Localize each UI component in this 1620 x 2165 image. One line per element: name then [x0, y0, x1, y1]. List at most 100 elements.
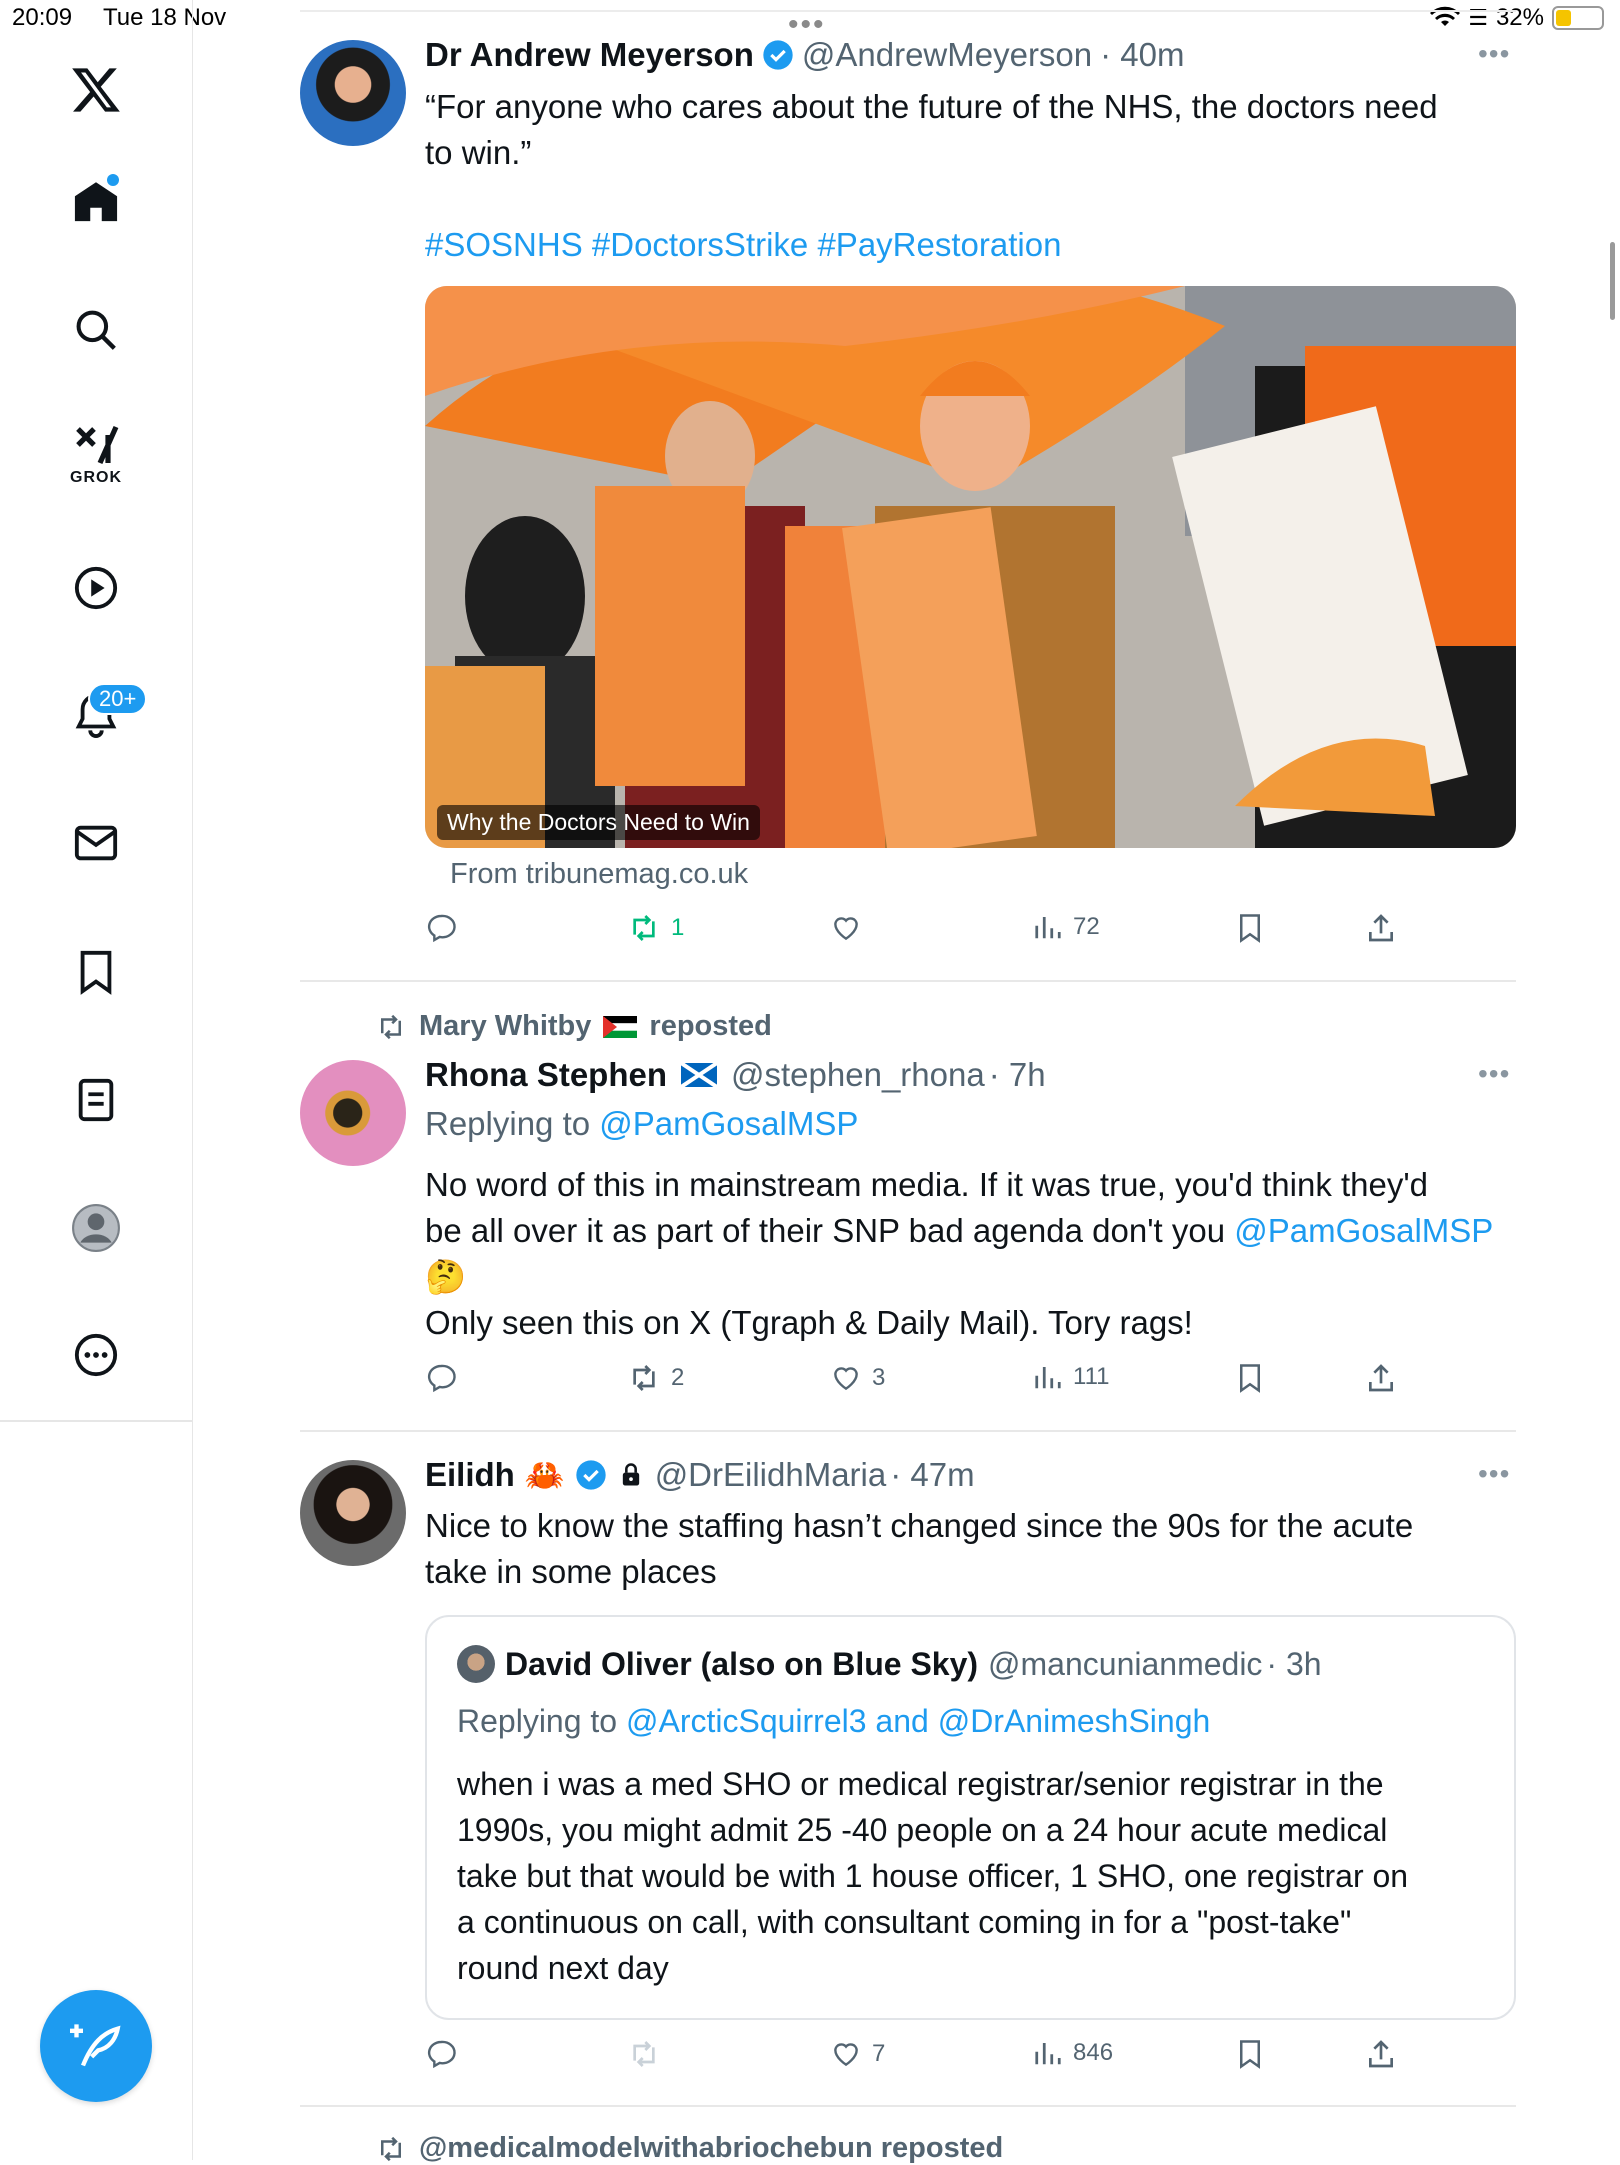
- tweet-text-line: Only seen this on X (Tgraph & Daily Mail…: [425, 1304, 1193, 1341]
- more-options-icon[interactable]: •••: [1478, 38, 1510, 70]
- palestine-flag-icon: [603, 1015, 638, 1038]
- reply-button[interactable]: [425, 1362, 457, 1394]
- quote-text-line: take but that would be with 1 house offi…: [457, 1858, 1409, 1894]
- share-icon: [1369, 2040, 1393, 2068]
- compose-button[interactable]: [40, 1990, 152, 2102]
- tweet-header: Rhona Stephen @stephen_rhona · 7h: [425, 1056, 1046, 1094]
- author-name[interactable]: Eilidh: [425, 1456, 515, 1494]
- like-button[interactable]: [830, 912, 862, 944]
- author-handle[interactable]: @stephen_rhona: [731, 1056, 985, 1094]
- tweet-divider: [300, 980, 1516, 982]
- tweet-text: “For anyone who cares about the future o…: [425, 84, 1438, 176]
- avatar[interactable]: [300, 1060, 406, 1166]
- video-icon[interactable]: [46, 548, 146, 628]
- bookmark-icon: [1240, 914, 1260, 943]
- link-card-image[interactable]: Why the Doctors Need to Win: [425, 286, 1516, 848]
- repost-context: @medicalmodelwithabriochebun reposted: [375, 2132, 1003, 2165]
- tweet-text-line: take in some places: [425, 1553, 717, 1590]
- reply-button[interactable]: [425, 2038, 457, 2070]
- repost-text[interactable]: @medicalmodelwithabriochebun reposted: [419, 2132, 1003, 2165]
- feed-top-border: [300, 10, 1516, 12]
- avatar: [457, 1645, 495, 1683]
- scotland-flag-icon: [681, 1063, 718, 1087]
- heart-icon: [834, 2043, 858, 2067]
- share-button[interactable]: [1365, 912, 1397, 944]
- x-logo-icon[interactable]: [46, 50, 146, 130]
- views-button[interactable]: 111: [1033, 1362, 1109, 1392]
- like-button[interactable]: 7: [830, 2038, 885, 2070]
- retweet-icon: [633, 915, 655, 941]
- profile-icon[interactable]: [46, 1188, 146, 1268]
- heart-icon: [834, 917, 858, 941]
- tweet-text: Nice to know the staffing hasn’t changed…: [425, 1503, 1413, 1595]
- avatar[interactable]: [300, 40, 406, 146]
- bookmark-button[interactable]: [1235, 912, 1265, 944]
- compose-icon: [70, 2024, 121, 2067]
- replying-prefix: Replying to: [425, 1105, 591, 1142]
- quote-text-line: a continuous on call, with consultant co…: [457, 1904, 1352, 1940]
- views-icon: [1035, 2043, 1061, 2065]
- more-icon[interactable]: [46, 1315, 146, 1395]
- reply-mention[interactable]: @ArcticSquirrel3 and @DrAnimeshSingh: [626, 1703, 1210, 1739]
- share-button[interactable]: [1365, 1362, 1397, 1394]
- status-indicators: ☰ 32%: [1430, 4, 1604, 32]
- tweet-divider: [300, 1430, 1516, 1432]
- battery-icon: [1552, 6, 1604, 30]
- link-card-title: Why the Doctors Need to Win: [437, 805, 760, 840]
- link-card-source[interactable]: From tribunemag.co.uk: [450, 858, 748, 891]
- tweet-time[interactable]: · 7h: [989, 1056, 1046, 1094]
- mail-icon[interactable]: [46, 803, 146, 883]
- reply-mention[interactable]: @PamGosalMSP: [599, 1105, 858, 1142]
- bookmark-icon[interactable]: [46, 932, 146, 1012]
- tweet-time[interactable]: · 47m: [890, 1456, 974, 1494]
- repost-author[interactable]: Mary Whitby: [419, 1010, 591, 1043]
- views-count: 846: [1073, 2039, 1114, 2066]
- tweet-text: No word of this in mainstream media. If …: [425, 1162, 1493, 1346]
- replying-to: Replying to @PamGosalMSP: [425, 1105, 858, 1143]
- share-button[interactable]: [1365, 2038, 1397, 2070]
- like-button[interactable]: 3: [830, 1362, 885, 1394]
- grok-icon[interactable]: GROK: [46, 415, 146, 495]
- tweet-header: Dr Andrew Meyerson @AndrewMeyerson · 40m: [425, 36, 1185, 74]
- replying-prefix: Replying to: [457, 1703, 618, 1739]
- author-name[interactable]: Dr Andrew Meyerson: [425, 36, 754, 74]
- author-handle[interactable]: @DrEilidhMaria: [655, 1456, 887, 1494]
- reply-icon: [427, 1364, 456, 1393]
- bookmark-button[interactable]: [1235, 2038, 1265, 2070]
- quote-text-line: round next day: [457, 1950, 669, 1986]
- views-button[interactable]: 846: [1033, 2038, 1113, 2068]
- tweet-text-line: to win.”: [425, 134, 532, 171]
- views-count: 72: [1073, 913, 1100, 940]
- search-icon[interactable]: [46, 290, 146, 370]
- quoted-tweet[interactable]: David Oliver (also on Blue Sky) @mancuni…: [425, 1615, 1516, 2020]
- repost-context: Mary Whitby reposted: [375, 1010, 772, 1043]
- views-button[interactable]: 72: [1033, 912, 1100, 942]
- author-name[interactable]: Rhona Stephen: [425, 1056, 667, 1094]
- reply-button[interactable]: [425, 912, 457, 944]
- author-handle[interactable]: @AndrewMeyerson: [802, 36, 1092, 74]
- text-mention[interactable]: @PamGosalMSP: [1234, 1212, 1493, 1249]
- more-options-icon[interactable]: •••: [1478, 1458, 1510, 1490]
- reply-icon: [427, 2040, 456, 2069]
- scroll-indicator[interactable]: [1610, 242, 1615, 320]
- retweet-icon: [633, 2041, 655, 2067]
- tweet-text-line: No word of this in mainstream media. If …: [425, 1166, 1429, 1203]
- retweet-button[interactable]: 1: [627, 912, 684, 944]
- verified-badge-icon: [763, 40, 793, 70]
- list-icon[interactable]: [46, 1060, 146, 1140]
- crab-emoji-icon: 🦀: [524, 1457, 565, 1493]
- home-icon[interactable]: [46, 162, 146, 242]
- views-icon: [1035, 1367, 1061, 1389]
- thinking-emoji: 🤔: [425, 1258, 467, 1295]
- quote-author-handle: @mancunianmedic: [988, 1645, 1263, 1682]
- avatar[interactable]: [300, 1460, 406, 1566]
- views-icon: [1035, 917, 1061, 939]
- bookmark-button[interactable]: [1235, 1362, 1265, 1394]
- views-count: 111: [1073, 1363, 1110, 1390]
- hashtags[interactable]: #SOSNHS #DoctorsStrike #PayRestoration: [425, 222, 1061, 268]
- home-notification-dot: [107, 174, 119, 186]
- retweet-button[interactable]: 2: [627, 1362, 684, 1394]
- share-icon: [1369, 914, 1393, 942]
- more-options-icon[interactable]: •••: [1478, 1058, 1510, 1090]
- tweet-time[interactable]: · 40m: [1100, 36, 1184, 74]
